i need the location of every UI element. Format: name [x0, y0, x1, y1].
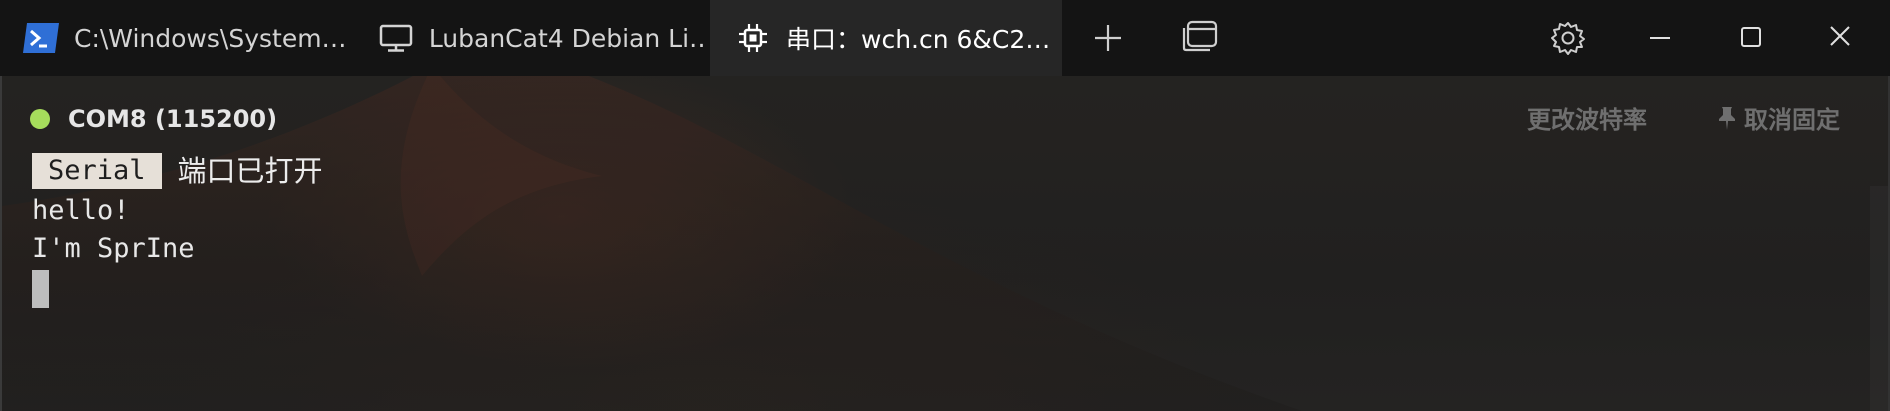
minimize-button[interactable]: [1640, 18, 1680, 58]
unpin-button[interactable]: 取消固定: [1716, 100, 1840, 135]
new-tab-button[interactable]: [1088, 18, 1128, 58]
connection-label: COM8 (115200): [68, 105, 278, 133]
maximize-icon: [1741, 27, 1761, 47]
scrollbar[interactable]: [1870, 186, 1888, 411]
pin-icon: [1719, 106, 1735, 130]
tab-label: C:\Windows\System…: [74, 23, 347, 53]
status-indicator: [30, 109, 50, 129]
tab-lubancat[interactable]: LubanCat4 Debian Li…: [376, 0, 706, 76]
minimize-icon: [1650, 37, 1670, 39]
maximize-button[interactable]: [1730, 18, 1770, 58]
tab-powershell[interactable]: C:\Windows\System…: [20, 0, 350, 76]
monitor-icon: [376, 17, 417, 59]
tab-label: LubanCat4 Debian Li…: [428, 23, 706, 53]
close-button[interactable]: [1820, 18, 1860, 58]
window-switch-button[interactable]: [1180, 18, 1220, 58]
window-switch-icon: [1182, 20, 1218, 52]
port-open-message: 端口已打开: [177, 154, 323, 188]
tab-label: 串口：wch.cn 6&C2…: [786, 25, 1051, 54]
unpin-label: 取消固定: [1744, 106, 1840, 134]
text-cursor: [32, 270, 49, 308]
plus-icon: [1095, 25, 1121, 51]
terminal-line: I'm SprIne: [32, 233, 195, 264]
tab-bar: C:\Windows\System… LubanCat4 Debian Li…: [0, 0, 1890, 76]
gear-icon: [1551, 22, 1585, 55]
port-open-line: Serial 端口已打开: [32, 150, 323, 192]
tab-serial-active[interactable]: 串口：wch.cn 6&C2…: [710, 0, 1062, 76]
change-baud-button[interactable]: 更改波特率: [1527, 100, 1647, 135]
connection-status: COM8 (115200): [30, 102, 277, 136]
terminal-window: C:\Windows\System… LubanCat4 Debian Li…: [0, 0, 1890, 411]
terminal-line: hello!: [32, 195, 130, 226]
terminal-pane[interactable]: COM8 (115200) 更改波特率 取消固定 Serial 端口已打开 he…: [0, 76, 1890, 411]
terminal-output: Serial 端口已打开 hello! I'm SprIne: [32, 150, 323, 308]
powershell-icon: [20, 17, 62, 59]
serial-badge: Serial: [32, 153, 162, 189]
settings-button[interactable]: [1548, 18, 1588, 58]
close-icon: [1830, 26, 1850, 46]
chip-icon: [732, 17, 774, 59]
